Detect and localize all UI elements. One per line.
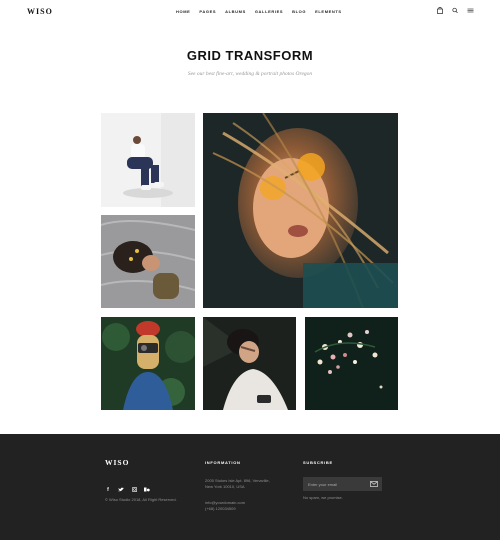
information-heading: INFORMATION [205,460,241,465]
copyright: © Wiso Studio 2018, All Right Reserved. [105,497,177,502]
footer-logo[interactable]: WISO [105,458,129,467]
nav-albums[interactable]: ALBUMS [225,9,246,14]
site-header: WISO HOME PAGES ALBUMS GALLERIES BLOG EL… [0,0,500,22]
instagram-icon[interactable] [131,487,137,494]
facebook-icon[interactable]: f [105,487,111,494]
shopping-bag-icon[interactable] [437,7,443,14]
header-icons [437,7,474,14]
footer-social: f [105,487,150,494]
search-icon[interactable] [452,7,458,14]
photo-flowers-water-image [305,317,398,410]
page-subtitle: See our best fine-art, wedding & portrai… [187,71,313,77]
site-footer: WISO f © Wiso Studio 2018, All Right Res… [0,434,500,540]
send-mail-icon[interactable] [370,481,378,487]
nav-home[interactable]: HOME [176,9,190,14]
nav-elements[interactable]: ELEMENTS [315,9,342,14]
email-field[interactable] [308,477,368,491]
gallery-photo-woman-lying[interactable] [203,317,296,410]
main-nav: HOME PAGES ALBUMS GALLERIES BLOG ELEMENT… [176,9,351,14]
photo-woman-lying-image [203,317,296,410]
photo-sitting-person-image [101,113,195,207]
photo-girl-camera-image [101,317,195,410]
photo-woman-glasses-image [203,113,398,308]
subscribe-heading: SUBSCRIBE [303,460,333,465]
nav-blog[interactable]: BLOG [292,9,306,14]
gallery-photo-flowers-water[interactable] [305,317,398,410]
page-title: GRID TRANSFORM [186,48,314,63]
address-line2: New York 10010, USA [205,484,245,489]
behance-icon[interactable] [144,487,150,494]
gallery-photo-woman-glasses[interactable] [203,113,398,308]
footer-phone: (+68) 120034509 [205,506,236,511]
menu-icon[interactable] [467,7,474,14]
logo[interactable]: WISO [27,7,53,16]
nav-pages[interactable]: PAGES [199,9,216,14]
gallery-photo-girl-on-rug[interactable] [101,215,195,308]
nav-galleries[interactable]: GALLERIES [255,9,283,14]
gallery-photo-sitting-person[interactable] [101,113,195,207]
gallery-photo-girl-camera[interactable] [101,317,195,410]
twitter-icon[interactable] [118,487,124,494]
subscribe-note: No spam, we promise. [303,495,343,500]
photo-girl-on-rug-image [101,215,195,308]
subscribe-form [303,477,382,491]
